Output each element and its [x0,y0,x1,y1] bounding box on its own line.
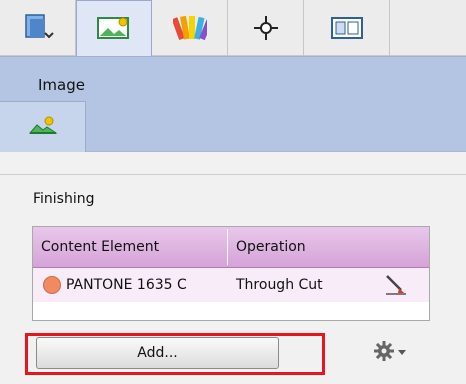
table-header: Content Element Operation [33,227,429,268]
settings-menu-button[interactable] [373,341,415,365]
tab-strip [0,0,466,56]
tab-image[interactable] [76,0,152,56]
panel-icon [21,11,55,45]
cell-operation: Through Cut [236,277,323,293]
edit-icon[interactable] [383,272,409,298]
color-swatch [43,276,61,294]
cell-content-element: PANTONE 1635 C [66,277,187,293]
finishing-table: Content Element Operation PANTONE 1635 C… [32,226,430,321]
chevron-down-icon [397,345,407,361]
gear-icon [373,340,395,366]
image-button[interactable] [0,101,86,152]
section-title: Finishing [33,191,95,207]
image-icon [28,114,58,140]
color-swatches-icon [172,11,207,45]
crosshair-icon [252,14,280,42]
tab-panel[interactable] [0,0,76,56]
tab-position[interactable] [228,0,304,56]
tab-color[interactable] [152,0,228,56]
divider [0,174,466,175]
layout-icon [329,15,365,41]
column-header-content-element[interactable]: Content Element [33,227,227,267]
column-header-operation[interactable]: Operation [228,227,429,267]
tab-layout[interactable] [304,0,390,56]
highlight-box [25,333,325,375]
image-tab-icon [95,14,133,44]
ribbon-label: Image [38,76,85,94]
